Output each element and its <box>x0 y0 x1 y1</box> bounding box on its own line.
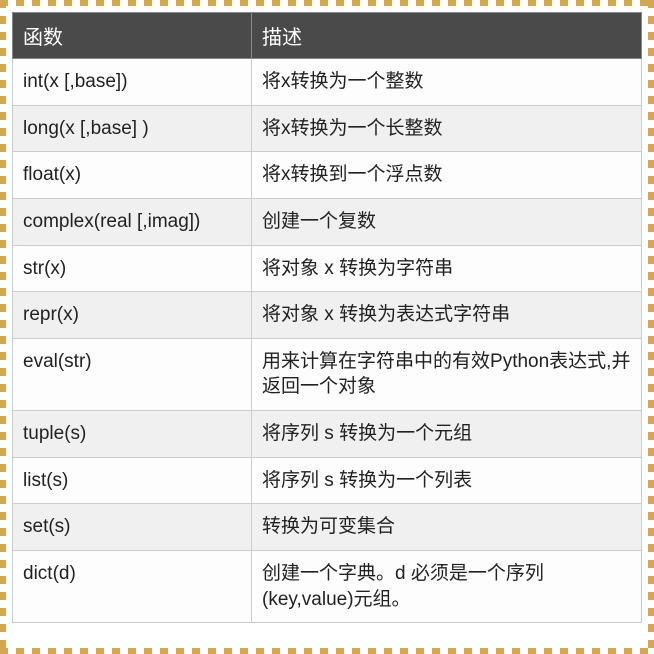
table-row: complex(real [,imag])创建一个复数 <box>13 198 642 245</box>
cell-desc: 转换为可变集合 <box>252 504 642 551</box>
table-row: set(s)转换为可变集合 <box>13 504 642 551</box>
header-description: 描述 <box>252 13 642 59</box>
cell-func: str(x) <box>13 245 252 292</box>
cell-func: list(s) <box>13 457 252 504</box>
cell-desc: 将x转换为一个长整数 <box>252 105 642 152</box>
cell-desc: 将对象 x 转换为表达式字符串 <box>252 292 642 339</box>
table-header-row: 函数 描述 <box>13 13 642 59</box>
cell-func: set(s) <box>13 504 252 551</box>
content-area: 函数 描述 int(x [,base])将x转换为一个整数 long(x [,b… <box>12 12 642 642</box>
table-row: float(x)将x转换到一个浮点数 <box>13 152 642 199</box>
cell-func: repr(x) <box>13 292 252 339</box>
table-row: eval(str)用来计算在字符串中的有效Python表达式,并返回一个对象 <box>13 338 642 410</box>
cell-desc: 用来计算在字符串中的有效Python表达式,并返回一个对象 <box>252 338 642 410</box>
cell-desc: 将对象 x 转换为字符串 <box>252 245 642 292</box>
cell-func: float(x) <box>13 152 252 199</box>
cell-desc: 将x转换到一个浮点数 <box>252 152 642 199</box>
cell-func: eval(str) <box>13 338 252 410</box>
table-row: int(x [,base])将x转换为一个整数 <box>13 59 642 106</box>
table-row: list(s)将序列 s 转换为一个列表 <box>13 457 642 504</box>
cell-func: long(x [,base] ) <box>13 105 252 152</box>
cell-desc: 创建一个复数 <box>252 198 642 245</box>
decorative-border-right <box>648 0 654 654</box>
table-row: tuple(s)将序列 s 转换为一个元组 <box>13 411 642 458</box>
cell-func: int(x [,base]) <box>13 59 252 106</box>
cell-func: tuple(s) <box>13 411 252 458</box>
cell-func: dict(d) <box>13 551 252 623</box>
cell-func: complex(real [,imag]) <box>13 198 252 245</box>
cell-desc: 将序列 s 转换为一个元组 <box>252 411 642 458</box>
table-row: repr(x)将对象 x 转换为表达式字符串 <box>13 292 642 339</box>
cell-desc: 将序列 s 转换为一个列表 <box>252 457 642 504</box>
cell-desc: 创建一个字典。d 必须是一个序列 (key,value)元组。 <box>252 551 642 623</box>
header-function: 函数 <box>13 13 252 59</box>
table-row: str(x)将对象 x 转换为字符串 <box>13 245 642 292</box>
functions-table: 函数 描述 int(x [,base])将x转换为一个整数 long(x [,b… <box>12 12 642 623</box>
table-row: dict(d)创建一个字典。d 必须是一个序列 (key,value)元组。 <box>13 551 642 623</box>
table-body: int(x [,base])将x转换为一个整数 long(x [,base] )… <box>13 59 642 623</box>
decorative-border-left <box>0 0 6 654</box>
table-row: long(x [,base] )将x转换为一个长整数 <box>13 105 642 152</box>
cell-desc: 将x转换为一个整数 <box>252 59 642 106</box>
